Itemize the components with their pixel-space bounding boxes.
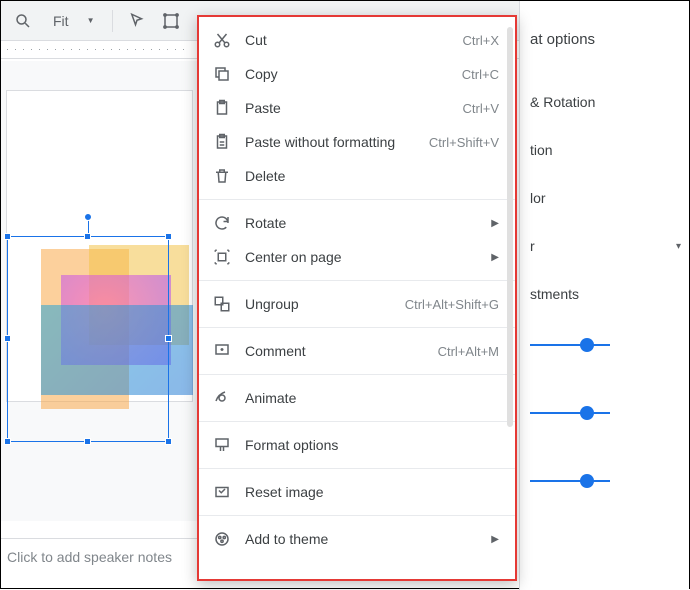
menu-item-center-on-page[interactable]: Center on page ▶ (199, 240, 515, 274)
menu-separator (199, 374, 515, 375)
slider-2[interactable] (530, 398, 681, 428)
menu-item-reset-image[interactable]: Reset image (199, 475, 515, 509)
format-options-panel: at options & Rotation tion lor r ▾ stmen… (519, 1, 689, 590)
menu-item-shortcut: Ctrl+X (463, 33, 499, 48)
option-label: tion (530, 142, 553, 158)
option-label: r (530, 238, 535, 254)
menu-separator (199, 468, 515, 469)
theme-icon (213, 530, 231, 548)
menu-item-rotate[interactable]: Rotate ▶ (199, 206, 515, 240)
menu-item-label: Add to theme (245, 531, 477, 547)
menu-item-shortcut: Ctrl+Alt+Shift+G (405, 297, 499, 312)
format-icon (213, 436, 231, 454)
resize-handle-tr[interactable] (165, 233, 172, 240)
cut-icon (213, 31, 231, 49)
rotate-icon (213, 214, 231, 232)
menu-item-shortcut: Ctrl+Alt+M (438, 344, 499, 359)
context-menu: Cut Ctrl+X Copy Ctrl+C Paste Ctrl+V Paste with… (197, 15, 517, 581)
menu-item-label: Center on page (245, 249, 477, 265)
slider-thumb[interactable] (580, 474, 594, 488)
menu-item-label: Comment (245, 343, 424, 359)
paste-icon (213, 99, 231, 117)
menu-item-paste[interactable]: Paste Ctrl+V (199, 91, 515, 125)
paste-plain-icon (213, 133, 231, 151)
menu-item-format-options[interactable]: Format options (199, 428, 515, 462)
submenu-arrow-icon: ▶ (491, 218, 499, 229)
menu-item-copy[interactable]: Copy Ctrl+C (199, 57, 515, 91)
menu-separator (199, 199, 515, 200)
chevron-down-icon: ▼ (87, 16, 95, 25)
option-adjustments[interactable]: stments (530, 270, 681, 318)
menu-item-shortcut: Ctrl+C (462, 67, 499, 82)
slider-3[interactable] (530, 466, 681, 496)
comment-icon (213, 342, 231, 360)
zoom-icon[interactable] (9, 7, 37, 35)
resize-handle-br[interactable] (165, 438, 172, 445)
slider-1[interactable] (530, 330, 681, 360)
option-label: lor (530, 190, 546, 206)
rotate-handle[interactable] (84, 213, 92, 221)
delete-icon (213, 167, 231, 185)
menu-item-label: Format options (245, 437, 499, 453)
speaker-notes-placeholder: Click to add speaker notes (7, 549, 172, 565)
menu-item-label: Cut (245, 32, 449, 48)
textbox-tool-icon[interactable] (157, 7, 185, 35)
slider-thumb[interactable] (580, 406, 594, 420)
animate-icon (213, 389, 231, 407)
select-tool-icon[interactable] (123, 7, 151, 35)
center-icon (213, 248, 231, 266)
menu-item-paste-without-formatting[interactable]: Paste without formatting Ctrl+Shift+V (199, 125, 515, 159)
menu-item-label: Animate (245, 390, 499, 406)
option-color-select[interactable]: r ▾ (530, 222, 681, 270)
menu-item-shortcut: Ctrl+Shift+V (429, 135, 499, 150)
panel-title: at options (530, 31, 681, 48)
resize-handle-tl[interactable] (4, 233, 11, 240)
copy-icon (213, 65, 231, 83)
menu-item-label: Paste without formatting (245, 134, 415, 150)
menu-item-label: Rotate (245, 215, 477, 231)
menu-separator (199, 515, 515, 516)
option-size-rotation[interactable]: & Rotation (530, 78, 681, 126)
menu-separator (199, 421, 515, 422)
menu-item-label: Reset image (245, 484, 499, 500)
menu-item-comment[interactable]: Comment Ctrl+Alt+M (199, 334, 515, 368)
zoom-select[interactable]: Fit ▼ (43, 7, 102, 35)
menu-item-shortcut: Ctrl+V (463, 101, 499, 116)
slide-canvas[interactable] (1, 61, 197, 521)
resize-handle-tm[interactable] (84, 233, 91, 240)
reset-icon (213, 483, 231, 501)
menu-item-label: Copy (245, 66, 448, 82)
option-label: & Rotation (530, 94, 595, 110)
menu-separator (199, 327, 515, 328)
resize-handle-lm[interactable] (4, 335, 11, 342)
option-position[interactable]: tion (530, 126, 681, 174)
menu-item-ungroup[interactable]: Ungroup Ctrl+Alt+Shift+G (199, 287, 515, 321)
submenu-arrow-icon: ▶ (491, 252, 499, 263)
menu-item-delete[interactable]: Delete (199, 159, 515, 193)
selection-outline[interactable] (7, 236, 169, 442)
option-label: stments (530, 286, 579, 302)
resize-handle-rm[interactable] (165, 335, 172, 342)
option-recolor[interactable]: lor (530, 174, 681, 222)
ungroup-icon (213, 295, 231, 313)
resize-handle-bm[interactable] (84, 438, 91, 445)
resize-handle-bl[interactable] (4, 438, 11, 445)
zoom-value: Fit (53, 13, 69, 29)
menu-item-animate[interactable]: Animate (199, 381, 515, 415)
toolbar-divider (112, 10, 113, 32)
menu-item-label: Delete (245, 168, 499, 184)
scrollbar[interactable] (507, 27, 513, 427)
menu-item-add-to-theme[interactable]: Add to theme ▶ (199, 522, 515, 556)
slider-thumb[interactable] (580, 338, 594, 352)
menu-item-label: Ungroup (245, 296, 391, 312)
submenu-arrow-icon: ▶ (491, 534, 499, 545)
menu-separator (199, 280, 515, 281)
menu-item-cut[interactable]: Cut Ctrl+X (199, 23, 515, 57)
menu-item-label: Paste (245, 100, 449, 116)
chevron-down-icon: ▾ (676, 241, 681, 252)
